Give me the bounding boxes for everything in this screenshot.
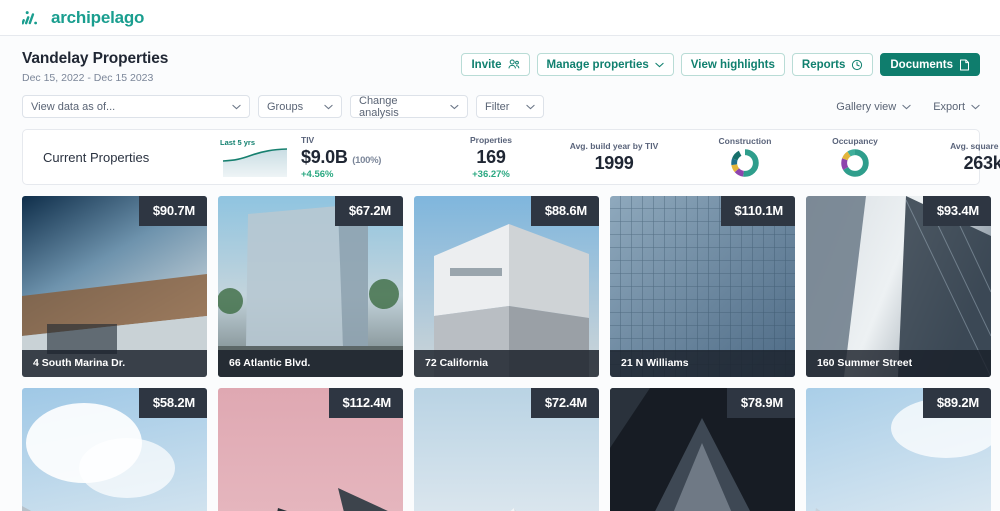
property-price-badge: $58.2M [138, 388, 207, 418]
property-card[interactable]: $58.2M [22, 388, 207, 511]
property-price-badge: $89.2M [922, 388, 991, 418]
filter-label: Filter [485, 100, 510, 113]
stat-build-year-value: 1999 [594, 152, 634, 173]
manage-properties-label: Manage properties [546, 58, 649, 71]
chevron-down-icon [232, 104, 241, 109]
chevron-down-icon [902, 104, 911, 109]
property-price-badge: $112.4M [328, 388, 403, 418]
reports-label: Reports [801, 58, 846, 71]
clock-icon [852, 59, 863, 70]
property-price-badge: $72.4M [530, 388, 599, 418]
stat-square-feet-value: 263k [963, 152, 1000, 173]
manage-properties-button[interactable]: Manage properties [536, 53, 674, 76]
property-address-label: 160 Summer Street [806, 350, 991, 377]
gallery-view-select[interactable]: Gallery view [836, 101, 911, 113]
change-analysis-label: Change analysis [359, 94, 399, 119]
people-icon [508, 59, 519, 69]
document-icon [960, 59, 969, 70]
reports-button[interactable]: Reports [791, 53, 874, 76]
view-data-as-of-select[interactable]: View data as of... [22, 95, 250, 118]
property-card[interactable]: $78.9M [610, 388, 795, 511]
groups-select[interactable]: Groups [258, 95, 342, 118]
stat-occupancy: Occupancy [801, 136, 909, 178]
property-card[interactable]: $110.1M 21 N Williams [610, 196, 795, 377]
property-price-badge: $78.9M [726, 388, 795, 418]
chevron-down-icon [324, 104, 333, 109]
summary-stats-bar: Current Properties Last 5 yrs TIV $9.0B … [22, 129, 1000, 185]
stats-row-title: Current Properties [43, 149, 150, 165]
brand-name: archipelago [51, 7, 145, 27]
header-actions: Invite Manage properties View highlights [461, 50, 980, 76]
stat-properties: Properties 169 +36.27% [443, 135, 539, 180]
property-price-badge: $93.4M [922, 196, 991, 226]
property-address-label: 4 South Marina Dr. [22, 350, 207, 377]
property-price-badge: $88.6M [530, 196, 599, 226]
groups-label: Groups [267, 100, 304, 113]
construction-donut-chart [731, 149, 759, 177]
documents-button[interactable]: Documents [880, 53, 980, 76]
filter-bar: View data as of... Groups Change analysi… [0, 84, 1000, 119]
stat-construction-label: Construction [718, 136, 772, 146]
stat-build-year-label: Avg. build year by TIV [569, 140, 659, 151]
stat-tiv-percent: (100%) [352, 154, 382, 166]
stat-tiv: TIV $9.0B (100%) +4.56% [295, 135, 443, 180]
property-gallery-grid: $90.7M 4 South Marina Dr. $67.2M 66 Atla… [0, 185, 1000, 511]
property-price-badge: $110.1M [720, 196, 795, 226]
stat-properties-label: Properties [469, 134, 513, 145]
stat-construction: Construction [689, 136, 801, 178]
app-top-bar: archipelago [0, 0, 1000, 36]
property-address-label: 66 Atlantic Blvd. [218, 350, 403, 377]
filter-select[interactable]: Filter [476, 95, 544, 118]
property-card[interactable]: $112.4M [218, 388, 403, 511]
filter-controls: View data as of... Groups Change analysi… [22, 94, 544, 119]
property-address-label: 21 N Williams [610, 350, 795, 377]
chevron-down-icon [655, 62, 664, 67]
brand-logo[interactable]: archipelago [22, 8, 144, 28]
invite-label: Invite [471, 58, 502, 71]
stat-tiv-amount: $9.0B [301, 146, 348, 167]
stat-square-feet: Avg. square feet 263k [909, 141, 1000, 174]
property-price-badge: $67.2M [334, 196, 403, 226]
property-card[interactable]: $89.2M [806, 388, 991, 511]
archipelago-dots-logo-icon [22, 10, 37, 24]
tiv-sparkline: Last 5 yrs [219, 137, 291, 177]
stat-tiv-label: TIV [301, 134, 315, 145]
property-card[interactable]: $90.7M 4 South Marina Dr. [22, 196, 207, 377]
property-card[interactable]: $72.4M [414, 388, 599, 511]
sparkline-label: Last 5 yrs [220, 138, 256, 147]
chevron-down-icon [526, 104, 535, 109]
change-analysis-select[interactable]: Change analysis [350, 94, 468, 119]
page-title-block: Vandelay Properties Dec 15, 2022 - Dec 1… [22, 50, 168, 84]
property-card[interactable]: $67.2M 66 Atlantic Blvd. [218, 196, 403, 377]
chevron-down-icon [450, 104, 459, 109]
view-highlights-label: View highlights [690, 58, 775, 71]
view-data-as-of-label: View data as of... [31, 100, 116, 113]
export-label: Export [933, 100, 965, 113]
stat-properties-value: 169 [476, 146, 506, 167]
page-title: Vandelay Properties [22, 50, 169, 67]
property-card[interactable]: $93.4M 160 Summer Street [806, 196, 991, 377]
occupancy-donut-chart [841, 149, 869, 177]
property-card[interactable]: $88.6M 72 California [414, 196, 599, 377]
stat-tiv-delta: +4.56% [301, 168, 334, 180]
stat-tiv-value: $9.0B (100%) [301, 147, 381, 168]
view-highlights-button[interactable]: View highlights [680, 53, 785, 76]
property-address-label: 72 California [414, 350, 599, 377]
documents-label: Documents [890, 58, 953, 71]
chevron-down-icon [971, 104, 980, 109]
date-range: Dec 15, 2022 - Dec 15 2023 [22, 72, 154, 84]
view-options: Gallery view Export [836, 101, 980, 113]
stat-build-year: Avg. build year by TIV 1999 [539, 141, 689, 174]
gallery-view-label: Gallery view [836, 100, 897, 113]
page-header: Vandelay Properties Dec 15, 2022 - Dec 1… [0, 36, 1000, 84]
stat-occupancy-label: Occupancy [832, 136, 878, 146]
export-select[interactable]: Export [933, 101, 980, 113]
property-price-badge: $90.7M [138, 196, 207, 226]
page-body: Vandelay Properties Dec 15, 2022 - Dec 1… [0, 36, 1000, 511]
stat-square-feet-label: Avg. square feet [950, 140, 1000, 151]
stat-properties-delta: +36.27% [472, 168, 510, 180]
invite-button[interactable]: Invite [461, 53, 530, 76]
